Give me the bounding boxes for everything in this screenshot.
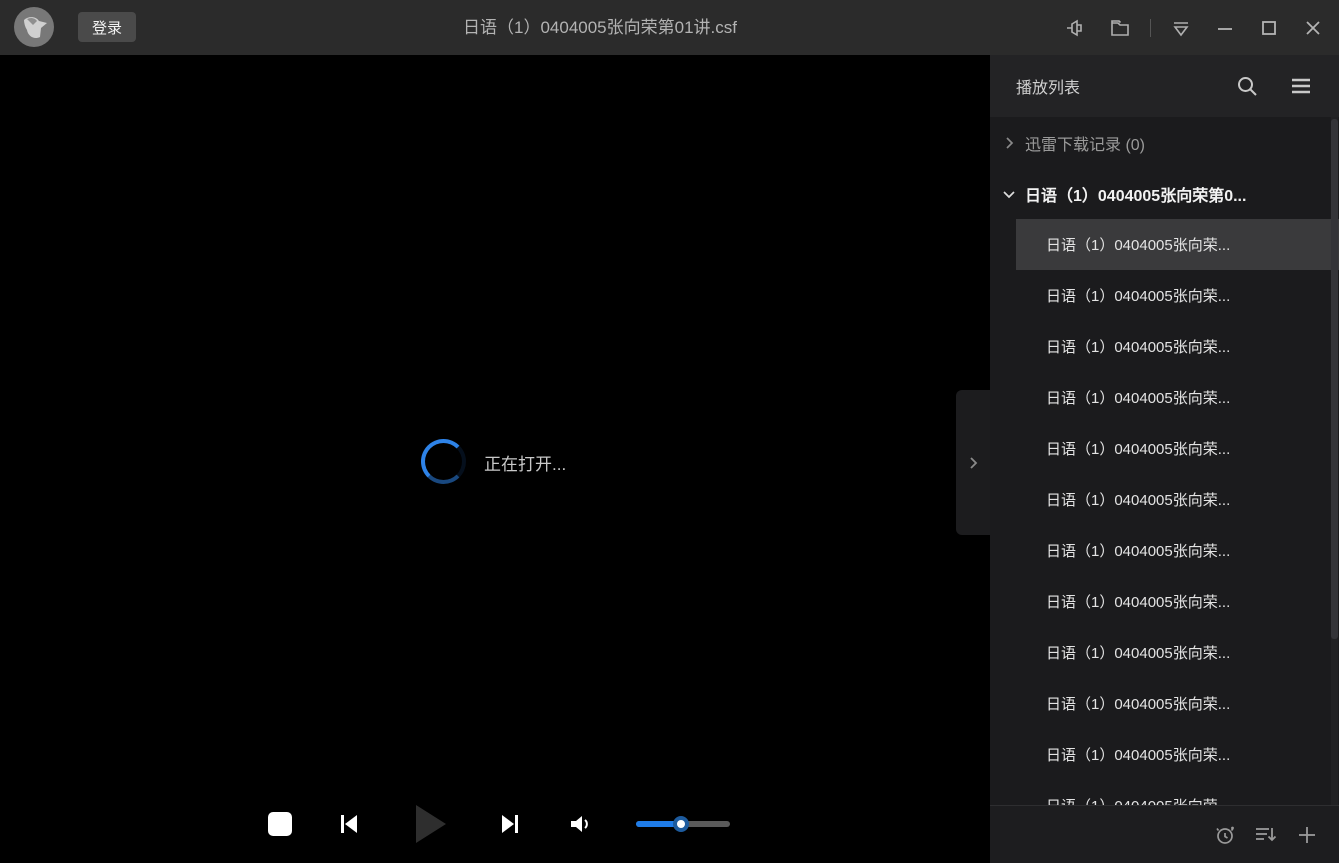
playlist-item-label: 日语（1）0404005张向荣... [1046, 285, 1230, 306]
pin-icon[interactable] [1062, 14, 1090, 42]
chevron-right-icon [1002, 136, 1016, 150]
playlist-item-label: 日语（1）0404005张向荣... [1046, 387, 1230, 408]
close-button[interactable] [1299, 14, 1327, 42]
playlist-scrollbar-thumb[interactable] [1331, 119, 1338, 639]
playlist-item-label: 日语（1）0404005张向荣... [1046, 693, 1230, 714]
playlist-item-label: 日语（1）0404005张向荣... [1046, 438, 1230, 459]
playlist-item-label: 日语（1）0404005张向荣... [1046, 336, 1230, 357]
chevron-right-icon [965, 455, 981, 471]
login-button[interactable]: 登录 [78, 12, 136, 42]
playlist-title: 播放列表 [1016, 74, 1205, 98]
volume-slider[interactable] [636, 816, 730, 832]
playlist-item-label: 日语（1）0404005张向荣... [1046, 540, 1230, 561]
collapse-sidebar-handle[interactable] [956, 390, 990, 535]
maximize-button[interactable] [1255, 14, 1283, 42]
playlist-scrollbar[interactable] [1331, 117, 1338, 805]
sort-icon[interactable] [1253, 823, 1279, 847]
playlist-item[interactable]: 日语（1）0404005张向荣... [1016, 576, 1339, 627]
playlist-item[interactable]: 日语（1）0404005张向荣... [1016, 525, 1339, 576]
playlist-item-label: 日语（1）0404005张向荣... [1046, 489, 1230, 510]
video-area: 正在打开... [0, 55, 990, 863]
playlist-item-label: 日语（1）0404005张向荣... [1046, 591, 1230, 612]
search-icon[interactable] [1235, 74, 1259, 98]
playlist-item[interactable]: 日语（1）0404005张向荣... [1016, 270, 1339, 321]
main-menu-icon[interactable] [1167, 14, 1195, 42]
add-icon[interactable] [1295, 823, 1319, 847]
playlist-item-label: 日语（1）0404005张向荣... [1046, 642, 1230, 663]
playlist-group-downloads[interactable]: 迅雷下载记录 (0) [990, 117, 1339, 168]
playlist-menu-icon[interactable] [1289, 74, 1313, 98]
playlist-group-current[interactable]: 日语（1）0404005张向荣第0... [990, 168, 1339, 219]
playback-controls [268, 798, 730, 850]
playlist-item[interactable]: 日语（1）0404005张向荣... [1016, 729, 1339, 780]
titlebar: 登录 日语（1）0404005张向荣第01讲.csf [0, 0, 1339, 55]
playlist-header: 播放列表 [990, 55, 1339, 117]
volume-icon[interactable] [567, 811, 593, 837]
playlist-item[interactable]: 日语（1）0404005张向荣... [1016, 780, 1339, 805]
playlist-sidebar: 播放列表 迅雷下载记录 (0) 日语（1）0404005张向荣第0... [990, 55, 1339, 863]
playlist-items: 迅雷下载记录 (0) 日语（1）0404005张向荣第0... 日语（1）040… [990, 117, 1339, 805]
timer-icon[interactable] [1213, 823, 1237, 847]
loading-spinner-icon [421, 439, 466, 484]
app-logo-icon[interactable] [14, 7, 54, 47]
playlist-group-label: 迅雷下载记录 (0) [1025, 131, 1145, 155]
previous-button[interactable] [335, 810, 363, 838]
titlebar-divider [1150, 19, 1151, 37]
playlist-item[interactable]: 日语（1）0404005张向荣... [1016, 627, 1339, 678]
loading-text: 正在打开... [484, 450, 566, 475]
volume-thumb[interactable] [673, 816, 689, 832]
playlist-item[interactable]: 日语（1）0404005张向荣... [1016, 678, 1339, 729]
playlist-item-label: 日语（1）0404005张向荣... [1046, 795, 1230, 805]
playlist-item-label: 日语（1）0404005张向荣... [1046, 234, 1230, 255]
playlist-item[interactable]: 日语（1）0404005张向荣... [1016, 423, 1339, 474]
window-title: 日语（1）0404005张向荣第01讲.csf [300, 0, 900, 55]
playlist-item-label: 日语（1）0404005张向荣... [1046, 744, 1230, 765]
folder-icon[interactable] [1106, 14, 1134, 42]
playlist-item[interactable]: 日语（1）0404005张向荣... [1016, 321, 1339, 372]
playlist-item[interactable]: 日语（1）0404005张向荣... [1016, 219, 1339, 270]
minimize-button[interactable] [1211, 14, 1239, 42]
playlist-item[interactable]: 日语（1）0404005张向荣... [1016, 474, 1339, 525]
chevron-down-icon [1002, 187, 1016, 201]
playlist-toolbar [990, 805, 1339, 863]
playlist-group-label: 日语（1）0404005张向荣第0... [1025, 182, 1246, 206]
play-button[interactable] [406, 801, 452, 847]
next-button[interactable] [496, 810, 524, 838]
playlist-item[interactable]: 日语（1）0404005张向荣... [1016, 372, 1339, 423]
stop-button[interactable] [268, 812, 292, 836]
